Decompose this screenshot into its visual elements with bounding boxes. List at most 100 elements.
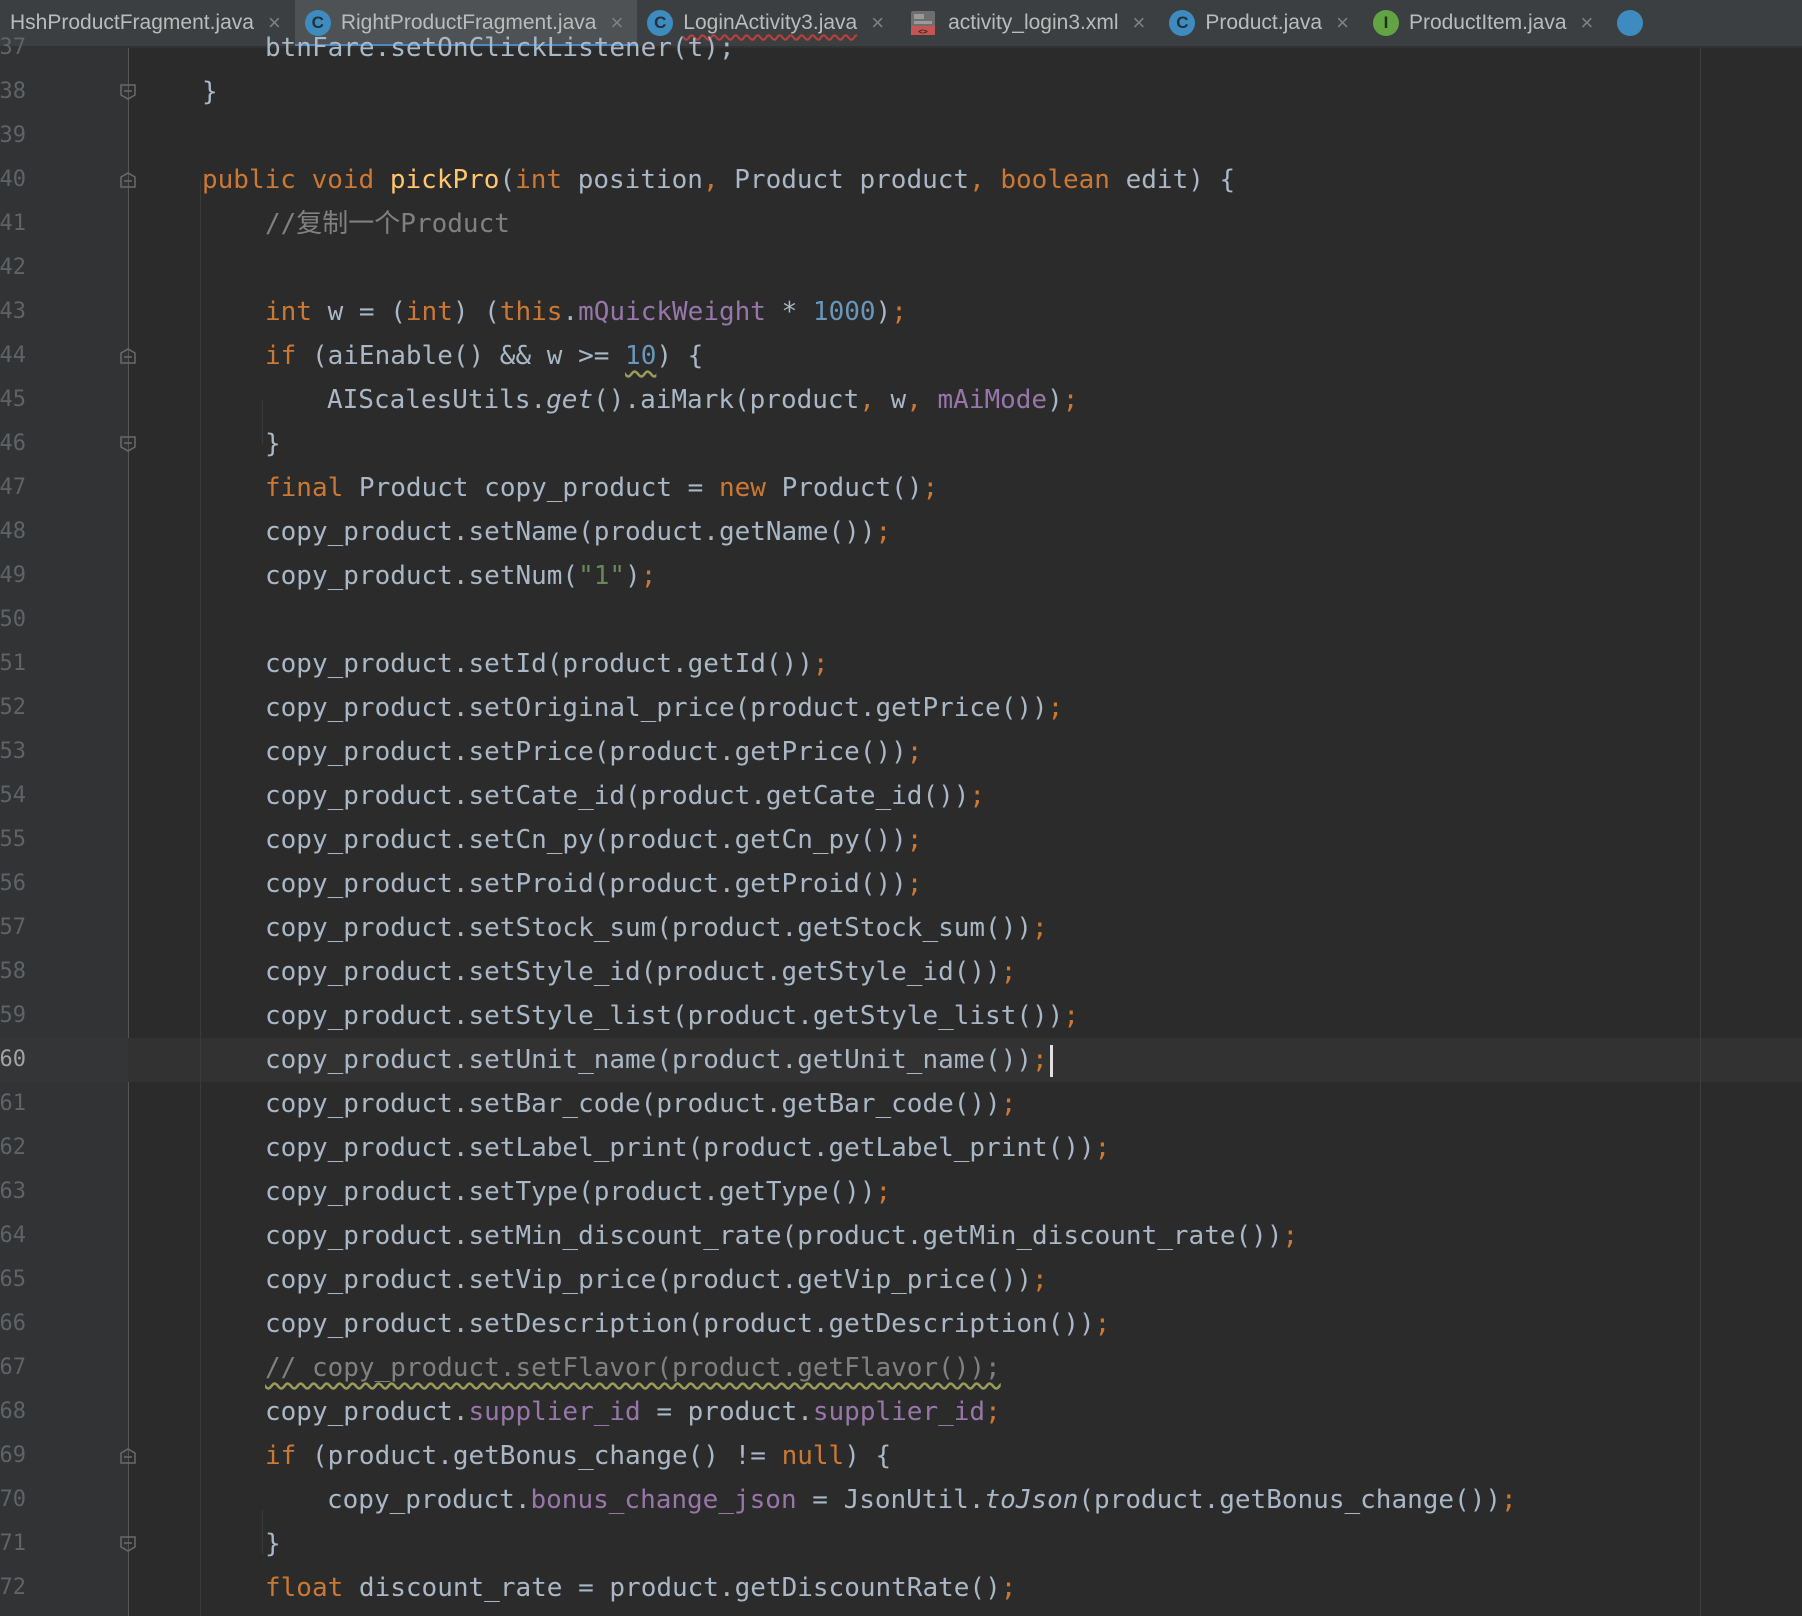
code-text: } xyxy=(265,429,281,459)
line-number: 70 xyxy=(0,1487,26,1512)
line-number: 67 xyxy=(0,1355,26,1380)
code-line[interactable]: 58 copy_product.setStyle_id(product.getS… xyxy=(0,950,1802,994)
code-line[interactable]: 46 } xyxy=(0,422,1802,466)
line-number: 68 xyxy=(0,1399,26,1424)
line-number: 47 xyxy=(0,475,26,500)
line-number: 59 xyxy=(0,1003,26,1028)
code-line[interactable]: 62 copy_product.setLabel_print(product.g… xyxy=(0,1126,1802,1170)
code-text: if (product.getBonus_change() != null) { xyxy=(265,1441,892,1471)
code-line[interactable]: 50 xyxy=(0,598,1802,642)
code-line[interactable]: 40 public void pickPro(int position, Pro… xyxy=(0,158,1802,202)
code-line[interactable]: 64 copy_product.setMin_discount_rate(pro… xyxy=(0,1214,1802,1258)
fold-end-icon[interactable] xyxy=(119,435,137,453)
code-text: float discount_rate = product.getDiscoun… xyxy=(265,1573,1017,1603)
code-line[interactable]: 70 copy_product.bonus_change_json = Json… xyxy=(0,1478,1802,1522)
fold-start-icon[interactable] xyxy=(119,171,137,189)
line-number: 40 xyxy=(0,167,26,192)
code-line[interactable]: 38 } xyxy=(0,70,1802,114)
line-number: 60 xyxy=(0,1047,26,1072)
code-line[interactable]: 37 btnFare.setOnClickListener(t); xyxy=(0,26,1802,70)
code-line[interactable]: 72 float discount_rate = product.getDisc… xyxy=(0,1566,1802,1610)
line-number: 71 xyxy=(0,1531,26,1556)
fold-start-icon[interactable] xyxy=(119,1447,137,1465)
code-text: copy_product.setDescription(product.getD… xyxy=(265,1309,1111,1339)
line-number: 46 xyxy=(0,431,26,456)
code-line[interactable]: 44 if (aiEnable() && w >= 10) { xyxy=(0,334,1802,378)
code-text: final Product copy_product = new Product… xyxy=(265,473,939,503)
line-number: 61 xyxy=(0,1091,26,1116)
line-number: 55 xyxy=(0,827,26,852)
code-line[interactable]: 53 copy_product.setPrice(product.getPric… xyxy=(0,730,1802,774)
code-line[interactable]: 61 copy_product.setBar_code(product.getB… xyxy=(0,1082,1802,1126)
code-text: copy_product.setPrice(product.getPrice()… xyxy=(265,737,923,767)
code-editor[interactable]: 37 btnFare.setOnClickListener(t); 38 } 3… xyxy=(0,33,1802,1616)
code-text: copy_product.setOriginal_price(product.g… xyxy=(265,693,1064,723)
code-line[interactable]: 43 int w = (int) (this.mQuickWeight * 10… xyxy=(0,290,1802,334)
code-text: btnFare.setOnClickListener(t); xyxy=(265,33,735,63)
line-number: 50 xyxy=(0,607,26,632)
line-number: 72 xyxy=(0,1575,26,1600)
line-number: 65 xyxy=(0,1267,26,1292)
code-text: int w = (int) (this.mQuickWeight * 1000)… xyxy=(265,297,907,327)
code-text: if (aiEnable() && w >= 10) { xyxy=(265,341,704,371)
code-line[interactable]: 66 copy_product.setDescription(product.g… xyxy=(0,1302,1802,1346)
code-text: copy_product.setCate_id(product.getCate_… xyxy=(265,781,986,811)
code-text: copy_product.setStyle_list(product.getSt… xyxy=(265,1001,1079,1031)
code-text: copy_product.setStock_sum(product.getSto… xyxy=(265,913,1048,943)
line-number: 39 xyxy=(0,123,26,148)
code-line[interactable]: 54 copy_product.setCate_id(product.getCa… xyxy=(0,774,1802,818)
code-line-current[interactable]: 60 copy_product.setUnit_name(product.get… xyxy=(0,1038,1802,1082)
line-number: 62 xyxy=(0,1135,26,1160)
line-number: 45 xyxy=(0,387,26,412)
code-line[interactable]: 39 xyxy=(0,114,1802,158)
code-line[interactable]: 59 copy_product.setStyle_list(product.ge… xyxy=(0,994,1802,1038)
code-line[interactable]: 56 copy_product.setProid(product.getProi… xyxy=(0,862,1802,906)
code-text: copy_product.bonus_change_json = JsonUti… xyxy=(327,1485,1517,1515)
line-number: 63 xyxy=(0,1179,26,1204)
line-number: 38 xyxy=(0,79,26,104)
code-text: } xyxy=(265,1529,281,1559)
line-number: 69 xyxy=(0,1443,26,1468)
fold-end-icon[interactable] xyxy=(119,83,137,101)
code-text: copy_product.setProid(product.getProid()… xyxy=(265,869,923,899)
line-number: 66 xyxy=(0,1311,26,1336)
line-number: 56 xyxy=(0,871,26,896)
text-caret xyxy=(1049,1044,1053,1077)
line-number: 57 xyxy=(0,915,26,940)
code-line[interactable]: 68 copy_product.supplier_id = product.su… xyxy=(0,1390,1802,1434)
code-line[interactable]: 48 copy_product.setName(product.getName(… xyxy=(0,510,1802,554)
code-text: public void pickPro(int position, Produc… xyxy=(202,165,1236,195)
code-text: copy_product.setMin_discount_rate(produc… xyxy=(265,1221,1299,1251)
code-line[interactable]: 67 // copy_product.setFlavor(product.get… xyxy=(0,1346,1802,1390)
fold-end-icon[interactable] xyxy=(119,1535,137,1553)
code-line[interactable]: 55 copy_product.setCn_py(product.getCn_p… xyxy=(0,818,1802,862)
line-number: 42 xyxy=(0,255,26,280)
code-text: copy_product.supplier_id = product.suppl… xyxy=(265,1397,1001,1427)
code-line[interactable]: 45 AIScalesUtils.get().aiMark(product, w… xyxy=(0,378,1802,422)
line-number: 53 xyxy=(0,739,26,764)
code-line[interactable]: 63 copy_product.setType(product.getType(… xyxy=(0,1170,1802,1214)
line-number: 37 xyxy=(0,35,26,60)
line-number: 41 xyxy=(0,211,26,236)
code-line[interactable]: 49 copy_product.setNum("1"); xyxy=(0,554,1802,598)
code-line[interactable]: 69 if (product.getBonus_change() != null… xyxy=(0,1434,1802,1478)
code-line[interactable]: 41 //复制一个Product xyxy=(0,202,1802,246)
code-comment: //复制一个Product xyxy=(265,209,510,239)
line-number: 64 xyxy=(0,1223,26,1248)
code-line[interactable]: 52 copy_product.setOriginal_price(produc… xyxy=(0,686,1802,730)
line-number: 49 xyxy=(0,563,26,588)
code-line[interactable]: 42 xyxy=(0,246,1802,290)
line-number: 52 xyxy=(0,695,26,720)
code-text: copy_product.setCn_py(product.getCn_py()… xyxy=(265,825,923,855)
code-text: copy_product.setVip_price(product.getVip… xyxy=(265,1265,1048,1295)
code-line[interactable]: 57 copy_product.setStock_sum(product.get… xyxy=(0,906,1802,950)
line-number: 43 xyxy=(0,299,26,324)
code-comment: // copy_product.setFlavor(product.getFla… xyxy=(265,1353,1001,1383)
code-line[interactable]: 65 copy_product.setVip_price(product.get… xyxy=(0,1258,1802,1302)
code-line[interactable]: 47 final Product copy_product = new Prod… xyxy=(0,466,1802,510)
fold-start-icon[interactable] xyxy=(119,347,137,365)
ide-window: HshProductFragment.java × C RightProduct… xyxy=(0,0,1802,1616)
code-line[interactable]: 51 copy_product.setId(product.getId()); xyxy=(0,642,1802,686)
line-number: 54 xyxy=(0,783,26,808)
code-line[interactable]: 71 } xyxy=(0,1522,1802,1566)
